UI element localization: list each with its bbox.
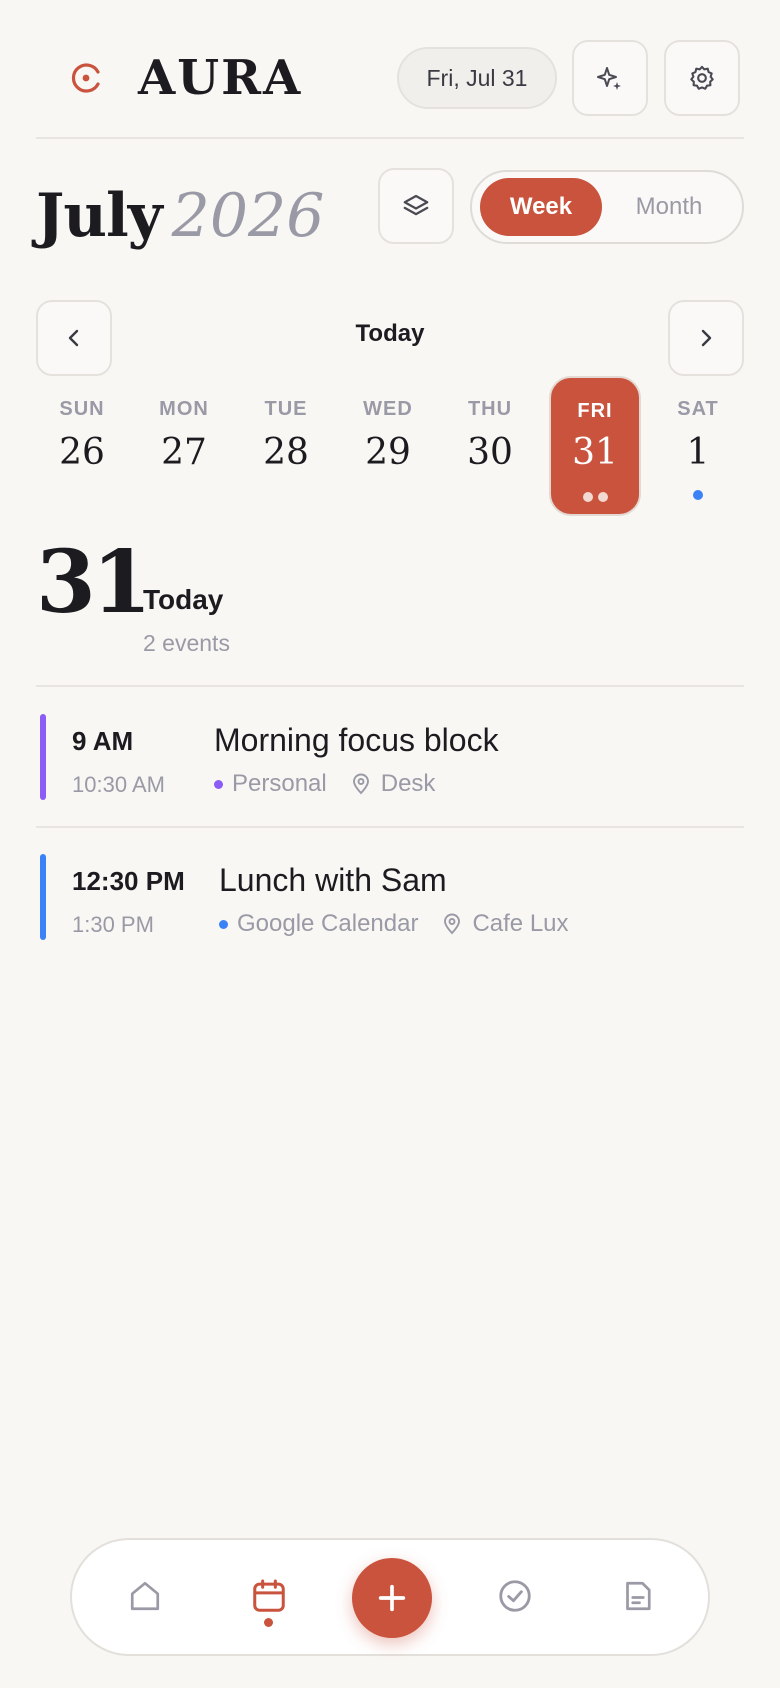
event-divider: [36, 826, 744, 828]
previous-week-button[interactable]: [36, 300, 112, 376]
tab-notes[interactable]: [610, 1568, 666, 1624]
settings-button[interactable]: [664, 40, 740, 116]
week-view-tab[interactable]: Week: [480, 178, 602, 236]
day-cell-sun[interactable]: SUN 26: [36, 376, 128, 516]
calendar-color-dot: [214, 779, 223, 789]
event-count: 2 events: [143, 630, 230, 656]
check-circle-icon: [499, 1580, 531, 1612]
ai-assistant-button[interactable]: [572, 40, 648, 116]
day-cell-tue[interactable]: TUE 28: [240, 376, 332, 516]
add-icon: [378, 1584, 406, 1612]
event-item[interactable]: 9 AM 10:30 AM Morning focus block Person…: [36, 706, 744, 816]
year-label: 2026: [171, 181, 325, 251]
day-number: 28: [263, 432, 309, 473]
event-dot: [597, 492, 608, 502]
event-title: Lunch with Sam: [219, 862, 447, 898]
event-title: Morning focus block: [214, 722, 499, 758]
location-pin-icon: [442, 913, 462, 935]
calendar-icon: [253, 1579, 285, 1612]
current-date-pill[interactable]: Fri, Jul 31: [397, 47, 557, 109]
event-meta: Personal Desk: [214, 770, 435, 798]
day-cell-mon[interactable]: MON 27: [138, 376, 230, 516]
aura-logo-icon: [71, 63, 100, 93]
event-dot: [582, 492, 593, 502]
event-location: Cafe Lux: [472, 910, 569, 937]
month-year-title: July 2026: [36, 178, 324, 254]
selected-day-label: Today: [143, 584, 224, 615]
day-name: SAT: [677, 398, 719, 420]
event-calendar-name: Personal: [232, 770, 327, 797]
day-cell-fri-selected[interactable]: FRI 31: [549, 376, 641, 516]
event-end-time: 1:30 PM: [72, 912, 154, 937]
day-name: MON: [159, 398, 209, 420]
week-strip: SUN 26 MON 27 TUE 28 WED 29 THU 30 FRI 3…: [36, 376, 744, 516]
day-number: 30: [467, 432, 513, 473]
day-cell-sat[interactable]: SAT 1: [652, 376, 744, 516]
event-location: Desk: [380, 770, 436, 797]
event-start-time: 9 AM: [72, 726, 134, 756]
add-event-button[interactable]: [352, 1558, 432, 1638]
tab-tasks[interactable]: [487, 1568, 543, 1624]
today-button[interactable]: Today: [290, 320, 490, 348]
day-number: 1: [686, 432, 710, 473]
month-view-tab[interactable]: Month: [604, 178, 734, 236]
view-toggle: Week Month: [470, 170, 744, 244]
month-label: July: [36, 181, 163, 251]
active-tab-indicator: [264, 1618, 273, 1627]
header-divider: [36, 137, 744, 139]
day-name: WED: [363, 398, 413, 420]
day-cell-wed[interactable]: WED 29: [342, 376, 434, 516]
event-start-time: 12:30 PM: [72, 866, 185, 896]
day-number: 26: [59, 432, 105, 473]
event-color-bar: [40, 854, 46, 940]
tab-home[interactable]: [117, 1568, 173, 1624]
event-dot: [693, 490, 703, 500]
day-number: 31: [572, 432, 618, 473]
day-number: 27: [161, 432, 207, 473]
selected-day-number: 31: [36, 532, 152, 633]
gear-icon: [690, 65, 714, 90]
sparkle-icon: [597, 67, 621, 90]
event-calendar-name: Google Calendar: [237, 910, 419, 937]
bottom-tab-bar: [70, 1538, 710, 1656]
summary-divider: [36, 685, 744, 687]
event-end-time: 10:30 AM: [72, 772, 165, 797]
day-name: TUE: [264, 398, 308, 420]
next-week-button[interactable]: [668, 300, 744, 376]
event-dots: [551, 492, 639, 502]
event-item[interactable]: 12:30 PM 1:30 PM Lunch with Sam Google C…: [36, 846, 744, 956]
event-meta: Google Calendar Cafe Lux: [219, 910, 569, 938]
location-pin-icon: [351, 773, 371, 795]
calendar-layers-button[interactable]: [378, 168, 454, 244]
event-color-bar: [40, 714, 46, 800]
brand-name: AURA: [138, 50, 303, 106]
day-name: FRI: [577, 400, 613, 422]
calendar-color-dot: [219, 919, 228, 929]
day-name: THU: [467, 398, 513, 420]
day-cell-thu[interactable]: THU 30: [444, 376, 536, 516]
tab-calendar[interactable]: [241, 1568, 297, 1624]
app-header: AURA Fri, Jul 31: [36, 40, 744, 116]
chevron-left-icon: [68, 329, 79, 347]
layers-icon: [403, 194, 429, 216]
day-name: SUN: [59, 398, 105, 420]
day-number: 29: [365, 432, 411, 473]
chevron-right-icon: [701, 329, 712, 347]
event-dots: [652, 490, 744, 500]
home-icon: [130, 1581, 160, 1611]
document-icon: [626, 1581, 651, 1611]
